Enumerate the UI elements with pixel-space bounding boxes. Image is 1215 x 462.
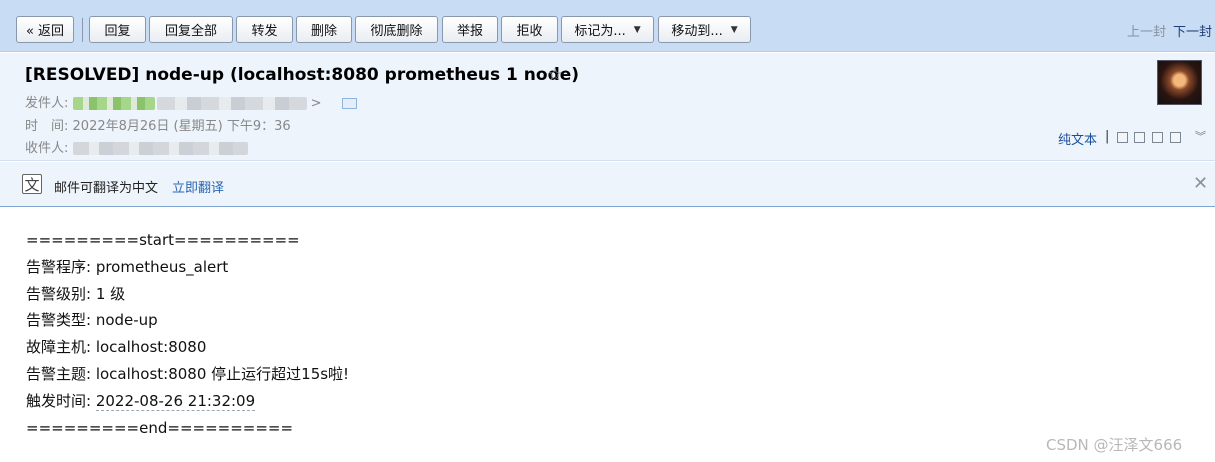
recipient-blurred — [72, 142, 248, 155]
mail-subject: [RESOLVED] node-up (localhost:8080 prome… — [25, 65, 580, 85]
back-button[interactable]: « 返回 — [16, 16, 74, 43]
star-icon[interactable]: ☆ — [547, 64, 563, 85]
watermark: CSDN @汪泽文666 — [1046, 436, 1183, 454]
body-line: 告警级别: 1 级 — [26, 284, 126, 303]
to-label: 收件人: — [25, 141, 69, 156]
time-label: 时 间: — [25, 119, 69, 134]
new-window-icon[interactable] — [1117, 132, 1128, 143]
delete-forever-button[interactable]: 彻底删除 — [355, 16, 438, 43]
move-to-dropdown[interactable]: 移动到... ▼ — [658, 16, 751, 43]
chevron-down-icon[interactable]: ︾ — [1195, 128, 1206, 144]
reject-button[interactable]: 拒收 — [501, 16, 558, 43]
sender-name-blurred — [72, 97, 155, 110]
time-value: 2022年8月26日 (星期五) 下午9：36 — [72, 119, 291, 134]
header-divider: | — [1105, 129, 1110, 144]
report-button[interactable]: 举报 — [442, 16, 498, 43]
prev-mail-link[interactable]: 上一封 — [1127, 21, 1166, 40]
print-icon[interactable] — [1170, 132, 1181, 143]
trigger-time-label: 触发时间: — [26, 391, 96, 410]
mail-toolbar: « 返回 回复 回复全部 转发 删除 彻底删除 举报 拒收 标记为... ▼ 移动… — [0, 0, 1215, 52]
reply-all-button[interactable]: 回复全部 — [149, 16, 233, 43]
sender-avatar — [1157, 60, 1202, 105]
body-line: 告警类型: node-up — [26, 311, 158, 330]
body-line: =========start========== — [26, 231, 300, 249]
reply-button[interactable]: 回复 — [89, 16, 146, 43]
sender-address-blurred — [156, 97, 307, 110]
trigger-time-line: 触发时间: 2022-08-26 21:32:09 — [26, 388, 349, 415]
body-line: 告警程序: prometheus_alert — [26, 257, 229, 276]
plain-text-link[interactable]: 纯文本 — [1058, 129, 1097, 148]
close-icon[interactable]: ✕ — [1193, 173, 1208, 194]
next-mail-link[interactable]: 下一封 — [1173, 21, 1212, 40]
move-to-label: 移动到... — [671, 24, 723, 39]
mail-header: [RESOLVED] node-up (localhost:8080 prome… — [0, 53, 1215, 161]
from-suffix: > — [310, 96, 322, 111]
delete-button[interactable]: 删除 — [296, 16, 352, 43]
toolbar-separator — [82, 18, 83, 42]
mark-as-dropdown[interactable]: 标记为... ▼ — [561, 16, 654, 43]
mark-as-label: 标记为... — [574, 24, 626, 39]
body-line: =========end========== — [26, 418, 294, 437]
dropdown-arrow-icon: ▼ — [730, 24, 738, 35]
from-label: 发件人: — [25, 96, 69, 111]
trigger-time-value[interactable]: 2022-08-26 21:32:09 — [95, 391, 256, 411]
forward-button[interactable]: 转发 — [236, 16, 293, 43]
from-row: 发件人: > — [25, 92, 357, 111]
to-row: 收件人: — [25, 137, 248, 156]
copy-icon[interactable] — [1134, 132, 1145, 143]
contact-card-icon[interactable] — [341, 98, 357, 109]
translate-bar: 文 邮件可翻译为中文 立即翻译 ✕ — [0, 162, 1215, 207]
body-line: 故障主机: localhost:8080 — [26, 338, 207, 357]
time-row: 时 间: 2022年8月26日 (星期五) 下午9：36 — [25, 115, 291, 134]
body-line: 告警主题: localhost:8080 停止运行超过15s啦! — [26, 364, 350, 383]
dropdown-arrow-icon: ▼ — [633, 24, 641, 35]
mail-body: =========start========== 告警程序: prometheu… — [26, 227, 349, 441]
translate-icon: 文 — [22, 174, 42, 194]
export-icon[interactable] — [1152, 132, 1163, 143]
translate-message: 邮件可翻译为中文 — [54, 181, 159, 196]
translate-now-link[interactable]: 立即翻译 — [172, 177, 224, 196]
